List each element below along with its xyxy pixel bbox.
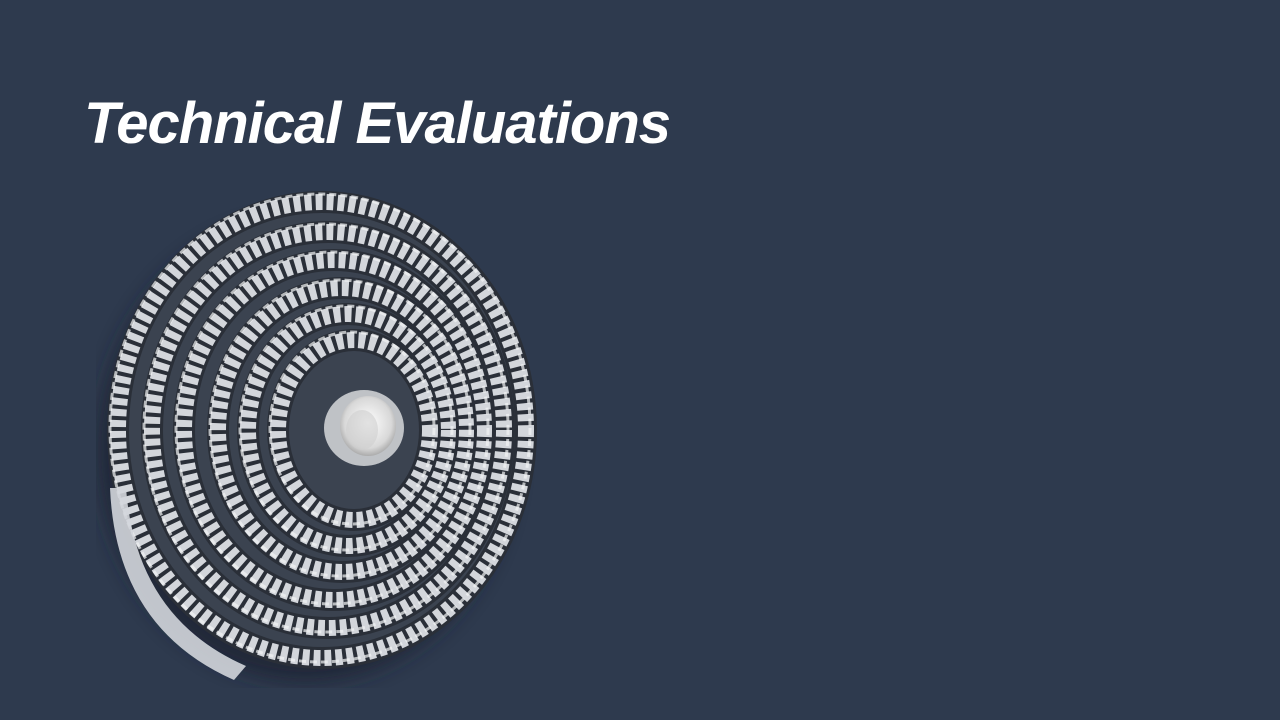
coiled-belt-image bbox=[96, 188, 556, 688]
coiled-belt-graphic bbox=[98, 191, 537, 682]
slide: Technical Evaluations bbox=[0, 0, 1280, 720]
slide-title: Technical Evaluations bbox=[84, 91, 671, 156]
coil-core-inner-shade bbox=[346, 410, 378, 450]
